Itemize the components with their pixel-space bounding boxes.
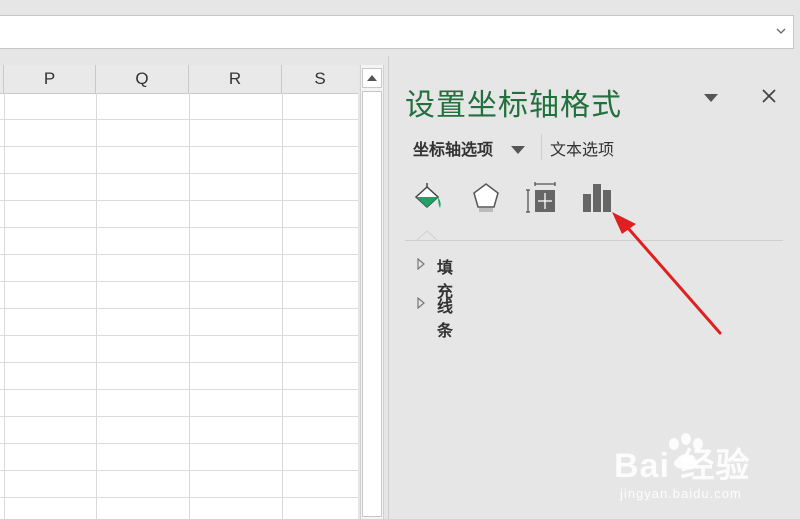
grid-row-line [0,173,358,174]
axis-options-chart-icon[interactable] [581,180,615,214]
column-header-q[interactable]: Q [96,65,189,93]
column-header-s[interactable]: S [282,65,358,93]
formula-bar-input[interactable] [0,15,794,49]
grid-column-line [96,93,97,519]
column-header-row: P Q R S [0,65,358,94]
size-properties-icon[interactable] [525,180,559,214]
grid-column-line [189,93,190,519]
grid-row-line [0,254,358,255]
pane-options-dropdown-icon[interactable] [703,92,719,104]
tab-separator [541,134,542,160]
watermark-url: jingyan.baidu.com [620,486,742,501]
scroll-up-button[interactable] [362,68,382,88]
grid-row-line [0,335,358,336]
column-header-r[interactable]: R [189,65,282,93]
grid-row-line [0,389,358,390]
fill-line-icon[interactable] [411,180,445,214]
baidu-jingyan-watermark: Bai 经验 jingyan.baidu.com [614,428,800,519]
section-line-label: 线条 [437,297,454,340]
icon-row-divider [405,240,783,241]
vertical-scrollbar[interactable] [360,65,384,519]
grid-row-line [0,146,358,147]
grid-column-line [282,93,283,519]
grid-row-line [0,470,358,471]
grid-column-line [4,93,5,519]
grid-row-line [0,416,358,417]
axis-options-dropdown-icon[interactable] [511,146,525,155]
scroll-thumb[interactable] [362,91,382,517]
grid-row-line [0,281,358,282]
grid-row-line [0,497,358,498]
grid-row-line [0,362,358,363]
column-header-p[interactable]: P [4,65,96,93]
tab-axis-options[interactable]: 坐标轴选项 [413,136,493,160]
selected-icon-caret [417,230,437,241]
close-icon[interactable] [761,88,777,104]
grid-row-line [0,227,358,228]
expand-triangle-icon [417,297,425,309]
grid-row-line [0,119,358,120]
formula-bar-area [0,0,800,56]
expand-triangle-icon [417,258,425,270]
chevron-down-icon[interactable] [775,25,787,37]
tab-text-options[interactable]: 文本选项 [550,136,614,160]
grid-row-line [0,308,358,309]
effects-pentagon-icon[interactable] [469,180,503,214]
grid-row-line [0,200,358,201]
watermark-brand: Bai 经验 [614,447,751,485]
triangle-up-icon [367,75,377,81]
grid-row-line [0,443,358,444]
spreadsheet-grid[interactable]: P Q R S [0,65,358,519]
pane-title: 设置坐标轴格式 [405,88,622,123]
